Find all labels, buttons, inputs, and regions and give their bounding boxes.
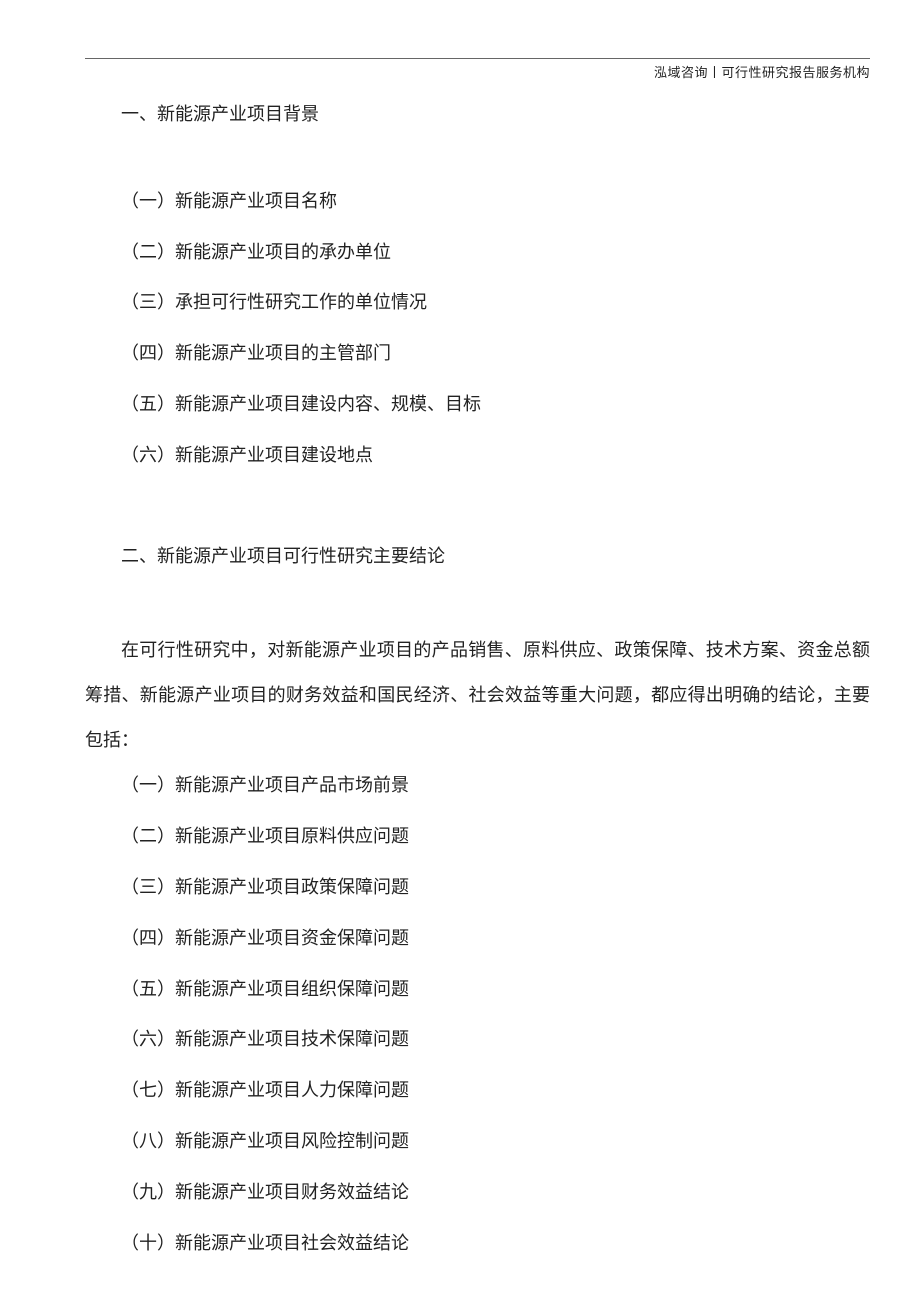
header-divider [85, 58, 870, 59]
section-1-item: （二）新能源产业项目的承办单位 [85, 238, 870, 267]
section-2-item: （七）新能源产业项目人力保障问题 [85, 1076, 870, 1105]
section-2-item: （十）新能源产业项目社会效益结论 [85, 1229, 870, 1258]
section-1-item: （四）新能源产业项目的主管部门 [85, 339, 870, 368]
section-2-item: （六）新能源产业项目技术保障问题 [85, 1025, 870, 1054]
section-2-item: （五）新能源产业项目组织保障问题 [85, 975, 870, 1004]
section-1-item: （五）新能源产业项目建设内容、规模、目标 [85, 390, 870, 419]
section-2-item: （八）新能源产业项目风险控制问题 [85, 1127, 870, 1156]
section-2-item: （四）新能源产业项目资金保障问题 [85, 924, 870, 953]
section-1-heading: 一、新能源产业项目背景 [85, 100, 870, 129]
section-1-item: （六）新能源产业项目建设地点 [85, 441, 870, 470]
section-1-item: （一）新能源产业项目名称 [85, 187, 870, 216]
section-1-item: （三）承担可行性研究工作的单位情况 [85, 288, 870, 317]
document-content: 一、新能源产业项目背景 （一）新能源产业项目名称 （二）新能源产业项目的承办单位… [85, 100, 870, 1279]
section-2-item: （三）新能源产业项目政策保障问题 [85, 873, 870, 902]
section-2-paragraph: 在可行性研究中，对新能源产业项目的产品销售、原料供应、政策保障、技术方案、资金总… [85, 628, 870, 763]
section-2-item: （九）新能源产业项目财务效益结论 [85, 1178, 870, 1207]
header-text: 泓域咨询丨可行性研究报告服务机构 [654, 62, 870, 81]
section-2-heading: 二、新能源产业项目可行性研究主要结论 [85, 542, 870, 571]
section-2-item: （一）新能源产业项目产品市场前景 [85, 771, 870, 800]
section-2-item: （二）新能源产业项目原料供应问题 [85, 822, 870, 851]
section-gap [85, 492, 870, 542]
